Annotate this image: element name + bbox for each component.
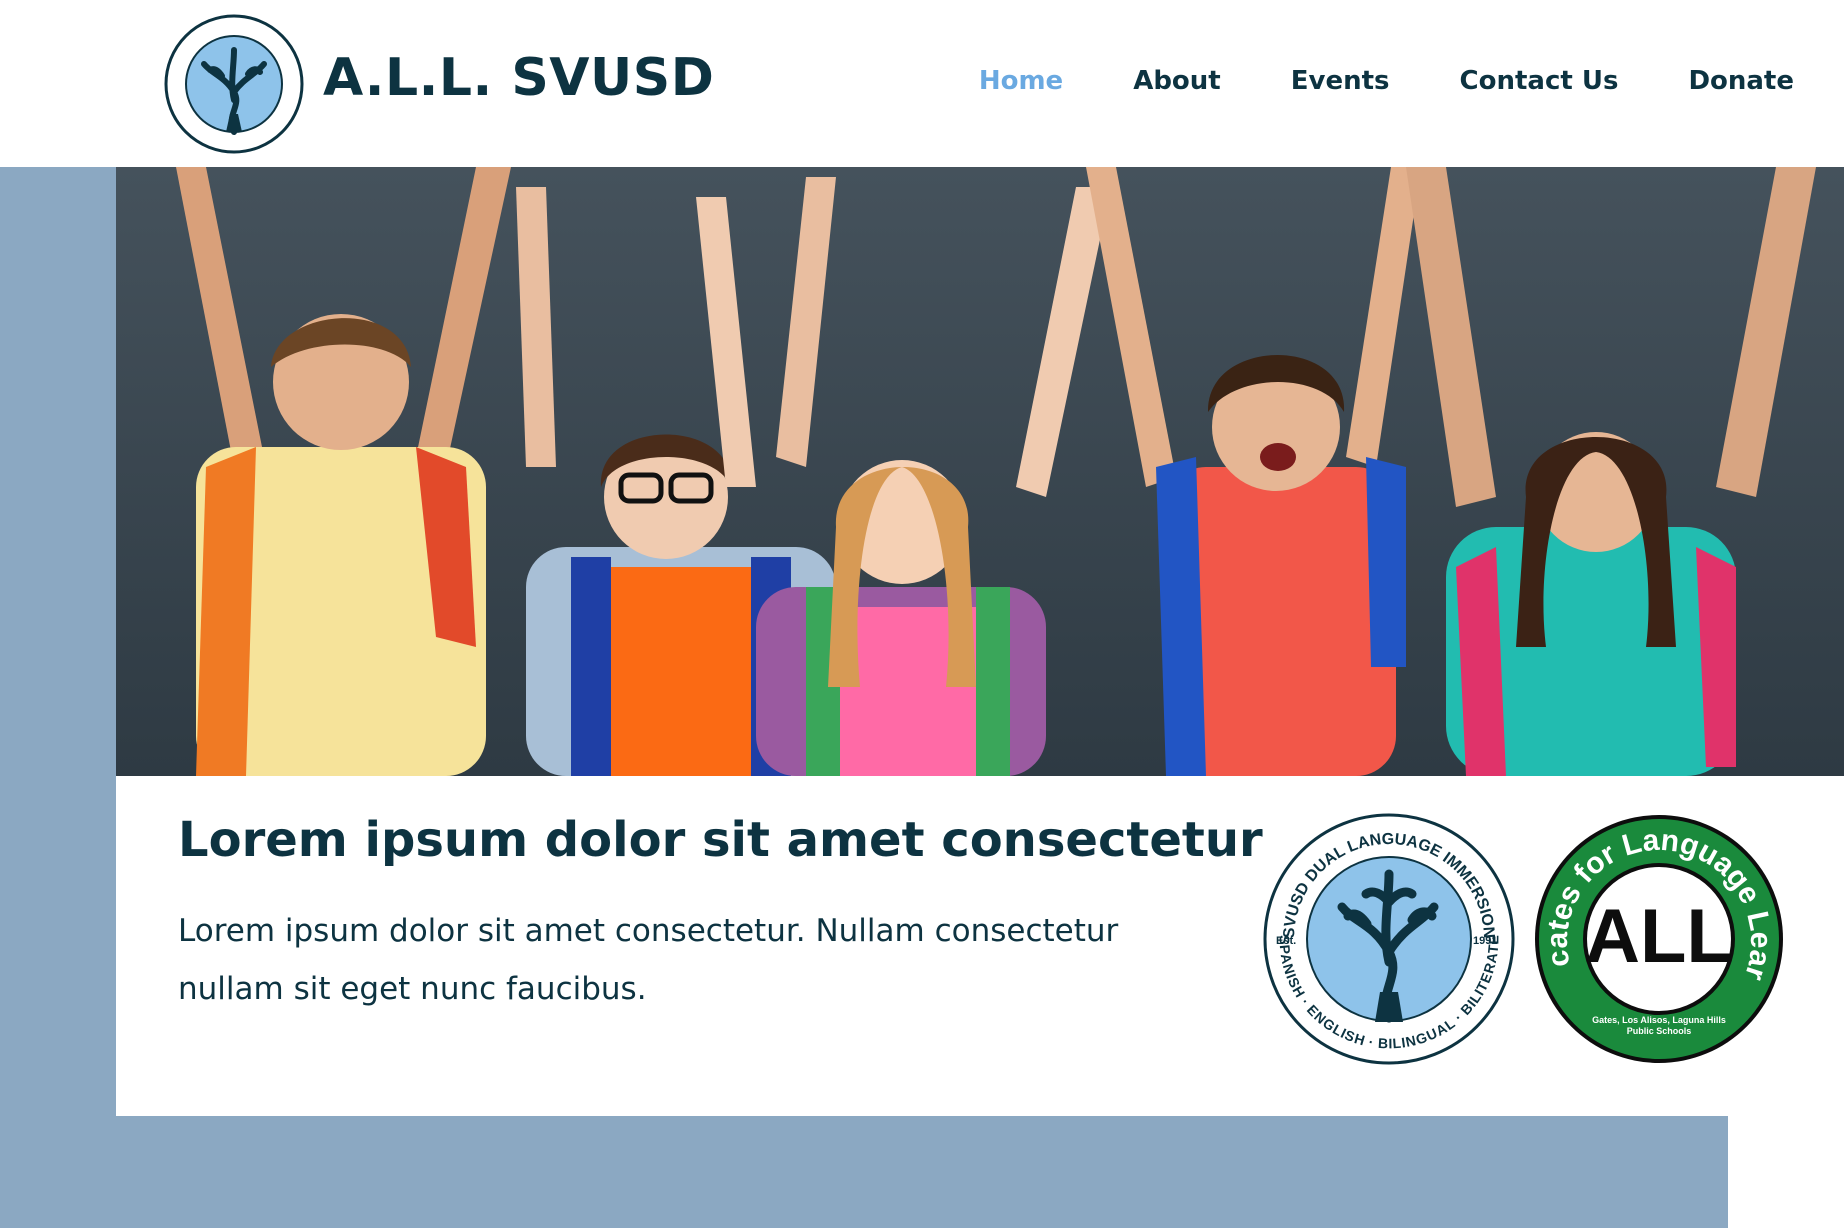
site-header: A.L.L. SVUSD Home About Events Contact U… (0, 0, 1844, 167)
main-nav: Home About Events Contact Us Donate (909, 66, 1794, 96)
nav-donate[interactable]: Donate (1688, 66, 1794, 96)
badge-est-label: Est. (1276, 935, 1296, 947)
nav-events[interactable]: Events (1291, 66, 1390, 96)
badge-all-letters: ALL (1585, 894, 1733, 979)
hero-image (116, 167, 1844, 776)
badge-footer-line2: Public Schools (1627, 1026, 1692, 1036)
site-brand-title[interactable]: A.L.L. SVUSD (323, 48, 714, 108)
svusd-dli-badge: SVUSD DUAL LANGUAGE IMMERSION SPANISH · … (1262, 812, 1516, 1066)
children-raising-hands-photo (116, 167, 1844, 776)
intro-body-text: Lorem ipsum dolor sit amet consectetur. … (178, 913, 1119, 1007)
badge-year: 1991 (1473, 935, 1497, 947)
tree-globe-icon (164, 14, 304, 154)
nav-about[interactable]: About (1133, 66, 1221, 96)
badge-footer-line1: Gates, Los Alisos, Laguna Hills (1592, 1015, 1726, 1025)
tree-globe-icon: SVUSD DUAL LANGUAGE IMMERSION SPANISH · … (1263, 813, 1515, 1065)
nav-home[interactable]: Home (979, 66, 1063, 96)
background-panel-bottom (116, 1116, 1728, 1228)
all-advocates-badge: Advocates for Language Learning ALL Gate… (1521, 786, 1786, 1066)
site-logo[interactable] (164, 14, 304, 154)
background-panel-left (0, 111, 116, 1228)
nav-contact-us[interactable]: Contact Us (1460, 66, 1619, 96)
all-logo-icon: Advocates for Language Learning ALL Gate… (1521, 786, 1783, 1063)
intro-heading: Lorem ipsum dolor sit amet consectetur (178, 812, 1263, 868)
